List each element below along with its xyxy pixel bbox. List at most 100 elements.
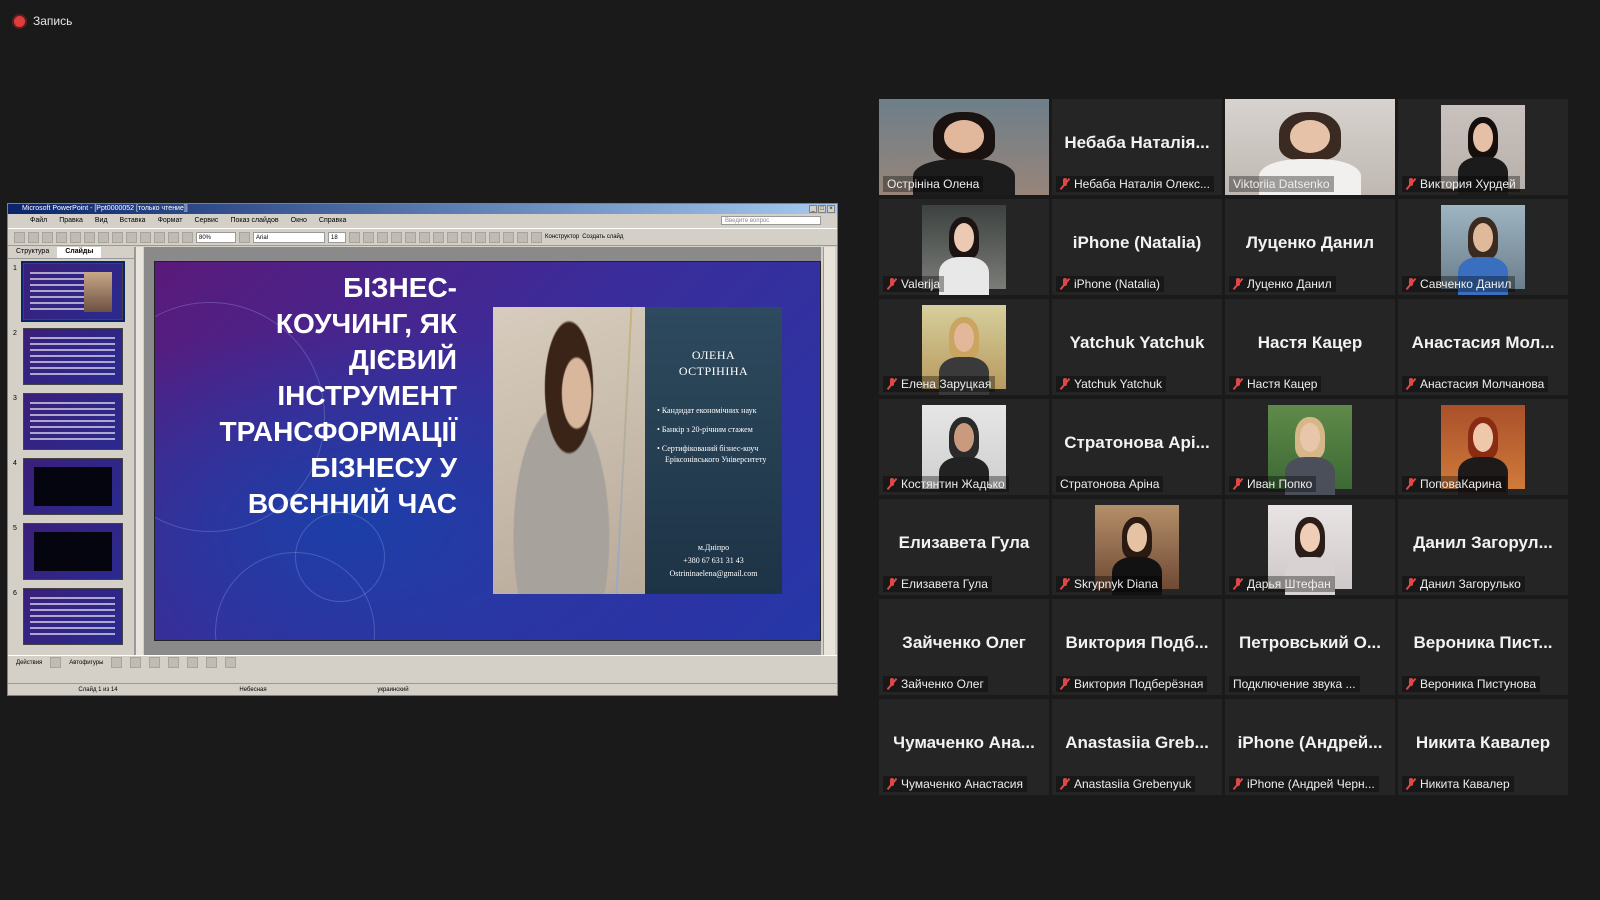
textbox-icon[interactable] — [187, 657, 199, 668]
font-color-icon[interactable] — [531, 231, 542, 243]
bold-icon[interactable] — [349, 231, 360, 243]
menu-item[interactable]: Правка — [59, 214, 83, 228]
italic-icon[interactable] — [363, 231, 374, 243]
title-line: ДІЄВИЙ — [348, 344, 457, 375]
spellcheck-icon[interactable] — [84, 231, 95, 243]
participant-tile[interactable]: Настя Кацер Настя Кацер — [1225, 299, 1395, 395]
participant-tile[interactable]: Skrypnyk Diana — [1052, 499, 1222, 595]
participant-name-label: Данил Загорулько — [1402, 576, 1525, 592]
slide-thumb-5[interactable]: 5 — [8, 519, 134, 584]
menu-item[interactable]: Окно — [291, 214, 307, 228]
copy-icon[interactable] — [112, 231, 123, 243]
participant-tile[interactable]: Савченко Данил — [1398, 199, 1568, 295]
fill-color-icon[interactable] — [206, 657, 218, 668]
participant-tile[interactable]: iPhone (Андрей... iPhone (Андрей Черн... — [1225, 699, 1395, 795]
new-icon[interactable] — [14, 231, 25, 243]
align-left-icon[interactable] — [405, 231, 416, 243]
participant-tile[interactable]: Дарья Штефан — [1225, 499, 1395, 595]
participant-tile[interactable]: Костянтин Жадько — [879, 399, 1049, 495]
arrow-icon[interactable] — [130, 657, 142, 668]
participant-tile[interactable]: Чумаченко Ана... Чумаченко Анастасия — [879, 699, 1049, 795]
menu-item[interactable]: Формат — [158, 214, 183, 228]
participant-tile[interactable]: iPhone (Natalia) iPhone (Natalia) — [1052, 199, 1222, 295]
new-slide-button[interactable]: Создать слайд — [582, 234, 623, 240]
participant-tile[interactable]: Петровський О... Подключение звука ... — [1225, 599, 1395, 695]
font-shrink-icon[interactable] — [489, 231, 500, 243]
line-color-icon[interactable] — [225, 657, 237, 668]
zoom-select[interactable]: 80% — [196, 231, 236, 243]
align-center-icon[interactable] — [419, 231, 430, 243]
rectangle-icon[interactable] — [149, 657, 161, 668]
line-icon[interactable] — [111, 657, 123, 668]
slide-thumb-1[interactable]: 1 — [8, 259, 134, 324]
participant-tile[interactable]: Данил Загорул... Данил Загорулько — [1398, 499, 1568, 595]
menu-item[interactable]: Показ слайдов — [230, 214, 278, 228]
participant-tile[interactable]: Острініна Олена — [879, 99, 1049, 195]
participant-tile[interactable]: Виктория Хурдей — [1398, 99, 1568, 195]
menu-item[interactable]: Справка — [319, 214, 346, 228]
participant-tile[interactable]: Луценко Данил Луценко Данил — [1225, 199, 1395, 295]
participant-tile[interactable]: Viktoriia Datsenko — [1225, 99, 1395, 195]
preview-icon[interactable] — [70, 231, 81, 243]
paste-icon[interactable] — [126, 231, 137, 243]
participant-tile[interactable]: Стратонова Арі... Стратонова Аріна — [1052, 399, 1222, 495]
save-icon[interactable] — [42, 231, 53, 243]
chart-icon[interactable] — [168, 231, 179, 243]
slide-thumb-3[interactable]: 3 — [8, 389, 134, 454]
help-icon[interactable] — [239, 231, 250, 243]
outdent-icon[interactable] — [517, 231, 528, 243]
align-right-icon[interactable] — [433, 231, 444, 243]
numbering-icon[interactable] — [447, 231, 458, 243]
ppt-menu-bar: Файл Правка Вид Вставка Формат Сервис Показ сл… — [8, 214, 837, 228]
slide-thumb-2[interactable]: 2 — [8, 324, 134, 389]
underline-icon[interactable] — [377, 231, 388, 243]
participant-tile[interactable]: Valerija — [879, 199, 1049, 295]
tab-slides[interactable]: Слайды — [57, 247, 102, 258]
designer-button[interactable]: Конструктор — [545, 234, 579, 240]
participant-tile[interactable]: Иван Попко — [1225, 399, 1395, 495]
participant-tile[interactable]: Елизавета Гула Елизавета Гула — [879, 499, 1049, 595]
print-icon[interactable] — [56, 231, 67, 243]
participant-tile[interactable]: Небаба Наталія... Небаба Наталія Олекс... — [1052, 99, 1222, 195]
indent-icon[interactable] — [503, 231, 514, 243]
participant-tile[interactable]: Yatchuk Yatchuk Yatchuk Yatchuk — [1052, 299, 1222, 395]
redo-icon[interactable] — [154, 231, 165, 243]
shadow-icon[interactable] — [391, 231, 402, 243]
participant-name: Небаба Наталія Олекс... — [1074, 177, 1210, 191]
minimize-icon[interactable]: _ — [809, 205, 817, 213]
slide-thumb-4[interactable]: 4 — [8, 454, 134, 519]
participant-display-name: Виктория Подб... — [1065, 633, 1209, 652]
close-icon[interactable]: × — [827, 205, 835, 213]
font-size-select[interactable]: 18 — [328, 231, 346, 243]
bullets-icon[interactable] — [461, 231, 472, 243]
participant-tile[interactable]: Виктория Подб... Виктория Подберёзная — [1052, 599, 1222, 695]
undo-icon[interactable] — [140, 231, 151, 243]
font-select[interactable]: Arial — [253, 231, 325, 243]
participant-tile[interactable]: ПоповаКарина — [1398, 399, 1568, 495]
oval-icon[interactable] — [168, 657, 180, 668]
pointer-icon[interactable] — [50, 657, 62, 668]
table-icon[interactable] — [182, 231, 193, 243]
open-icon[interactable] — [28, 231, 39, 243]
participant-tile[interactable]: Никита Кавалер Никита Кавалер — [1398, 699, 1568, 795]
slide-thumb-6[interactable]: 6 — [8, 584, 134, 649]
cut-icon[interactable] — [98, 231, 109, 243]
slide-scrollbar[interactable] — [823, 247, 835, 655]
maximize-icon[interactable]: □ — [818, 205, 826, 213]
menu-item[interactable]: Файл — [30, 214, 47, 228]
participant-tile[interactable]: Анастасия Мол... Анастасия Молчанова — [1398, 299, 1568, 395]
participant-tile[interactable]: Anastasiia Greb... Anastasiia Grebenyuk — [1052, 699, 1222, 795]
menu-item[interactable]: Сервис — [194, 214, 218, 228]
font-grow-icon[interactable] — [475, 231, 486, 243]
recording-indicator[interactable]: Запись — [14, 14, 72, 28]
participant-tile[interactable]: Зайченко Олег Зайченко Олег — [879, 599, 1049, 695]
ask-question-field[interactable]: Введите вопрос — [721, 216, 821, 225]
pane-scrollbar[interactable] — [135, 247, 143, 655]
actions-menu[interactable]: Действия — [16, 660, 42, 666]
autoshapes-menu[interactable]: Автофигуры — [69, 660, 103, 666]
menu-item[interactable]: Вставка — [120, 214, 146, 228]
participant-tile[interactable]: Елена Заруцкая — [879, 299, 1049, 395]
menu-item[interactable]: Вид — [95, 214, 108, 228]
tab-outline[interactable]: Структура — [8, 247, 57, 258]
participant-tile[interactable]: Вероника Пист... Вероника Пистунова — [1398, 599, 1568, 695]
